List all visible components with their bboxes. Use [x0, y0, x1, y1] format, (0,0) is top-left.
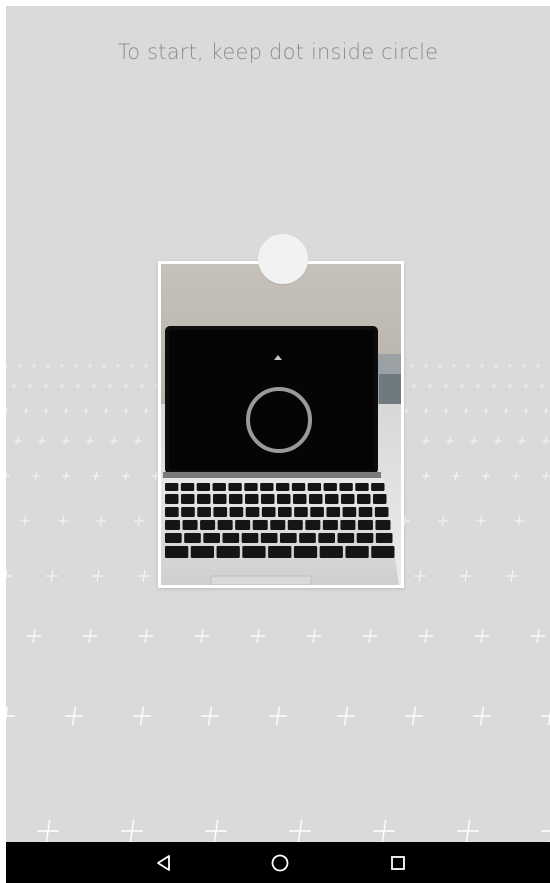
triangle-back-icon — [157, 854, 170, 871]
photo-sphere-capture-screen: To start, keep dot inside circle — [6, 6, 550, 883]
instruction-text: To start, keep dot inside circle — [117, 40, 439, 64]
back-button[interactable] — [134, 842, 194, 883]
target-dot — [258, 234, 308, 284]
laptop-photo-image — [161, 264, 401, 585]
square-recents-icon — [391, 855, 405, 870]
laptop-photo-preview — [161, 264, 401, 585]
captured-photo-frame — [158, 261, 404, 588]
recents-button[interactable] — [368, 842, 428, 883]
navigation-bar — [6, 842, 550, 883]
circle-home-icon — [271, 854, 289, 871]
home-button[interactable] — [250, 842, 310, 883]
